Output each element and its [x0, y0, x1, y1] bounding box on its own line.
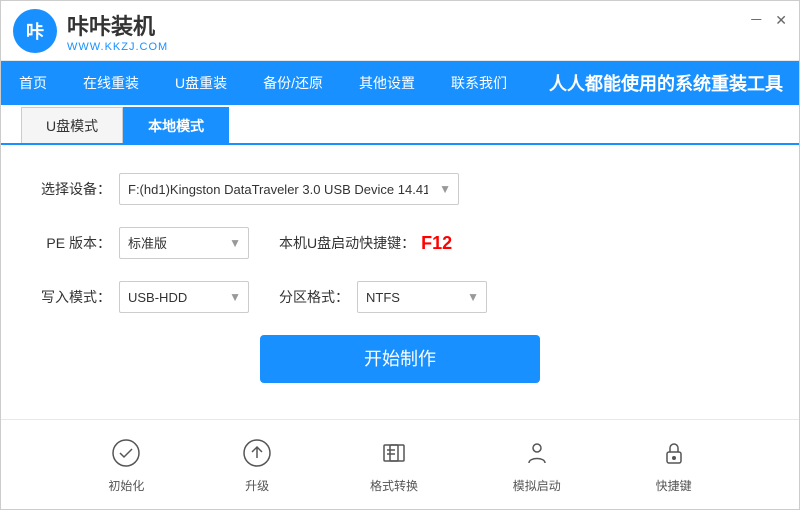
nav-item-backup[interactable]: 备份/还原 — [245, 61, 341, 105]
tool-init-label: 初始化 — [108, 477, 144, 494]
bottom-toolbar: 初始化 升级 格式转换 — [1, 419, 799, 509]
partition-select-wrapper: NTFS ▼ — [357, 281, 487, 313]
tool-sim-boot[interactable]: 模拟启动 — [513, 435, 561, 494]
device-row: 选择设备： F:(hd1)Kingston DataTraveler 3.0 U… — [41, 173, 759, 205]
nav-item-contact[interactable]: 联系我们 — [433, 61, 525, 105]
tool-upgrade-label: 升级 — [245, 477, 269, 494]
nav-slogan: 人人都能使用的系统重装工具 — [549, 70, 783, 96]
tool-init[interactable]: 初始化 — [108, 435, 144, 494]
write-row: 写入模式： USB-HDD ▼ 分区格式： NTFS ▼ — [41, 281, 759, 313]
logo-area: 咔 咔咔装机 WWW.KKZJ.COM — [13, 9, 168, 53]
tool-sim-boot-label: 模拟启动 — [513, 477, 561, 494]
pe-row: PE 版本： 标准版 ▼ 本机U盘启动快捷键： F12 — [41, 227, 759, 259]
close-button[interactable]: ✕ — [775, 13, 787, 27]
device-select-wrapper: F:(hd1)Kingston DataTraveler 3.0 USB Dev… — [119, 173, 459, 205]
app-logo-icon: 咔 — [13, 9, 57, 53]
tab-usb-mode[interactable]: U盘模式 — [21, 107, 123, 143]
nav-item-usb[interactable]: U盘重装 — [157, 61, 245, 105]
nav-item-settings[interactable]: 其他设置 — [341, 61, 433, 105]
nav-item-home[interactable]: 首页 — [1, 61, 65, 105]
write-select-wrapper: USB-HDD ▼ — [119, 281, 249, 313]
pe-select[interactable]: 标准版 — [119, 227, 249, 259]
write-label: 写入模式： — [41, 287, 111, 307]
tabs-area: U盘模式 本地模式 — [1, 105, 799, 145]
hotkey-value: F12 — [421, 233, 452, 254]
tool-shortcut[interactable]: 快捷键 — [656, 435, 692, 494]
logo-text: 咔咔装机 WWW.KKZJ.COM — [67, 9, 168, 53]
minimize-button[interactable]: － — [749, 13, 763, 27]
window-controls: － ✕ — [749, 13, 787, 27]
device-select[interactable]: F:(hd1)Kingston DataTraveler 3.0 USB Dev… — [119, 173, 459, 205]
nav-items: 首页 在线重装 U盘重装 备份/还原 其他设置 联系我们 — [1, 61, 525, 105]
partition-label: 分区格式： — [279, 287, 349, 307]
navbar: 首页 在线重装 U盘重装 备份/还原 其他设置 联系我们 人人都能使用的系统重装… — [1, 61, 799, 105]
app-subtitle: WWW.KKZJ.COM — [67, 41, 168, 53]
main-content: 选择设备： F:(hd1)Kingston DataTraveler 3.0 U… — [1, 145, 799, 419]
tool-format-label: 格式转换 — [370, 477, 418, 494]
upload-icon — [239, 435, 275, 471]
pe-label: PE 版本： — [41, 233, 111, 253]
nav-item-online[interactable]: 在线重装 — [65, 61, 157, 105]
pe-select-wrapper: 标准版 ▼ — [119, 227, 249, 259]
app-name: 咔咔装机 — [67, 9, 168, 41]
partition-select[interactable]: NTFS — [357, 281, 487, 313]
tab-local-mode[interactable]: 本地模式 — [123, 107, 229, 143]
format-icon — [376, 435, 412, 471]
hotkey-label: 本机U盘启动快捷键： — [279, 233, 415, 253]
start-button[interactable]: 开始制作 — [260, 335, 540, 383]
tool-upgrade[interactable]: 升级 — [239, 435, 275, 494]
device-label: 选择设备： — [41, 179, 111, 199]
titlebar: 咔 咔咔装机 WWW.KKZJ.COM － ✕ — [1, 1, 799, 61]
logo-char: 咔 — [26, 18, 44, 44]
person-icon — [519, 435, 555, 471]
tool-shortcut-label: 快捷键 — [656, 477, 692, 494]
write-select[interactable]: USB-HDD — [119, 281, 249, 313]
app-window: 咔 咔咔装机 WWW.KKZJ.COM － ✕ 首页 在线重装 U盘重装 备份/ — [0, 0, 800, 510]
lock-icon — [656, 435, 692, 471]
check-circle-icon — [108, 435, 144, 471]
tool-format[interactable]: 格式转换 — [370, 435, 418, 494]
